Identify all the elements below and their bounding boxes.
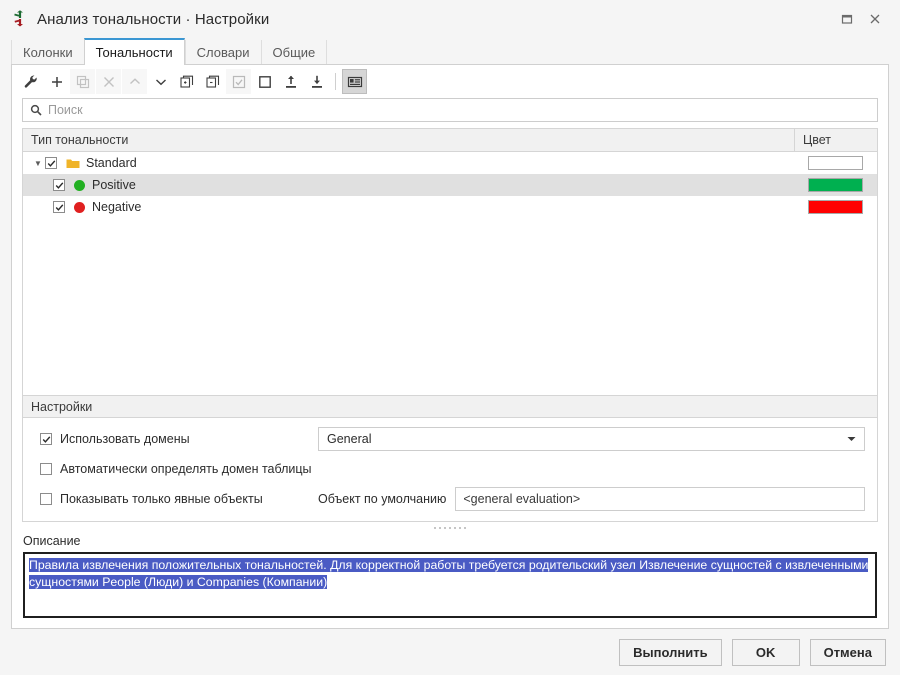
expand-all-icon[interactable] — [174, 69, 199, 94]
default-object-value: <general evaluation> — [463, 492, 581, 506]
domain-dropdown[interactable]: General — [318, 427, 865, 451]
collapse-all-icon[interactable] — [200, 69, 225, 94]
export-icon[interactable] — [304, 69, 329, 94]
description-text: Правила извлечения положительных тональн… — [29, 558, 869, 589]
move-up-icon — [122, 69, 147, 94]
splitter-handle — [434, 527, 466, 529]
delete-icon — [96, 69, 121, 94]
settings-row-explicit: Показывать только явные объекты Объект п… — [23, 487, 877, 511]
settings-group: Настройки Использовать домены General Ав… — [22, 395, 878, 522]
auto-detect-domain-label: Автоматически определять домен таблицы — [60, 462, 312, 476]
toggle-details-icon[interactable] — [342, 69, 367, 94]
folder-icon — [66, 158, 80, 169]
tree-row-standard[interactable]: ▼ Standard — [23, 152, 794, 174]
sentiment-arrows-icon — [10, 9, 30, 29]
color-cell[interactable] — [794, 152, 877, 174]
column-header-color[interactable]: Цвет — [794, 129, 877, 151]
tree-rows: ▼ Standard Positive Negative — [23, 152, 877, 395]
run-button[interactable]: Выполнить — [619, 638, 722, 666]
settings-group-body: Использовать домены General Автоматическ… — [23, 418, 877, 521]
ok-button[interactable]: OK — [731, 638, 800, 666]
dialog-footer: Выполнить OK Отмена — [0, 629, 900, 675]
window-controls — [834, 6, 888, 32]
use-domains-label: Использовать домены — [60, 432, 190, 446]
tab-obshchie[interactable]: Общие — [260, 40, 328, 65]
tab-slovari[interactable]: Словари — [184, 40, 261, 65]
default-object-input[interactable]: <general evaluation> — [455, 487, 865, 511]
color-cell[interactable] — [794, 196, 877, 218]
domain-dropdown-value: General — [327, 432, 372, 446]
color-swatch — [808, 178, 863, 192]
toolbar-separator — [335, 73, 336, 90]
search-input[interactable]: Поиск — [22, 98, 878, 122]
table-row[interactable]: ▼ Standard — [23, 152, 877, 174]
settings-wrench-icon[interactable] — [18, 69, 43, 94]
search-placeholder: Поиск — [48, 103, 83, 117]
color-cell[interactable] — [794, 174, 877, 196]
row-checkbox[interactable] — [53, 201, 65, 213]
move-down-icon[interactable] — [148, 69, 173, 94]
tree-toolbar — [12, 65, 888, 98]
color-swatch — [808, 200, 863, 214]
green-dot-icon — [74, 179, 85, 191]
settings-row-domains: Использовать домены General — [23, 427, 877, 451]
row-checkbox[interactable] — [45, 157, 57, 169]
tab-bar: Колонки Тональности Словари Общие — [0, 38, 900, 65]
use-domains-checkbox[interactable]: Использовать домены — [40, 432, 318, 446]
column-header-type[interactable]: Тип тональности — [23, 133, 794, 147]
cancel-button[interactable]: Отмена — [809, 638, 886, 666]
uncheck-all-icon[interactable] — [252, 69, 277, 94]
row-checkbox[interactable] — [53, 179, 65, 191]
close-button[interactable] — [862, 6, 888, 32]
chevron-down-icon[interactable]: ▼ — [31, 159, 45, 168]
settings-dialog-window: Анализ тональности · Настройки Колонки Т… — [0, 0, 900, 675]
window-title: Анализ тональности · Настройки — [37, 10, 270, 28]
add-icon[interactable] — [44, 69, 69, 94]
import-icon[interactable] — [278, 69, 303, 94]
copy-icon — [70, 69, 95, 94]
check-all-icon — [226, 69, 251, 94]
main-panel: Поиск Тип тональности Цвет ▼ Standard Po… — [11, 65, 889, 629]
auto-detect-domain-checkbox[interactable]: Автоматически определять домен таблицы — [40, 462, 312, 476]
table-row[interactable]: Positive — [23, 174, 877, 196]
search-container: Поиск — [22, 98, 878, 122]
tree-header: Тип тональности Цвет — [23, 129, 877, 152]
tab-tonalnosti[interactable]: Тональности — [83, 38, 185, 65]
description-label: Описание — [23, 534, 81, 548]
settings-group-title: Настройки — [23, 396, 877, 418]
settings-row-autodetect: Автоматически определять домен таблицы — [23, 457, 877, 481]
show-explicit-only-label: Показывать только явные объекты — [60, 492, 263, 506]
panel-splitter[interactable] — [22, 522, 878, 534]
chevron-down-icon — [847, 437, 856, 441]
tab-kolonki[interactable]: Колонки — [11, 40, 84, 65]
description-textarea[interactable]: Правила извлечения положительных тональн… — [23, 552, 877, 618]
default-object-label: Объект по умолчанию — [318, 492, 447, 506]
tree-row-label: Standard — [86, 156, 137, 170]
title-bar: Анализ тональности · Настройки — [0, 0, 900, 38]
tree-row-negative[interactable]: Negative — [23, 196, 794, 218]
checkbox-box[interactable] — [40, 463, 52, 475]
table-row[interactable]: Negative — [23, 196, 877, 218]
color-swatch — [808, 156, 863, 170]
search-icon — [30, 104, 42, 116]
tree-row-positive[interactable]: Positive — [23, 174, 794, 196]
maximize-button[interactable] — [834, 6, 860, 32]
sentiment-tree: Тип тональности Цвет ▼ Standard Positive… — [22, 128, 878, 395]
checkbox-box[interactable] — [40, 433, 52, 445]
checkbox-box[interactable] — [40, 493, 52, 505]
tree-row-label: Negative — [92, 200, 142, 214]
red-dot-icon — [74, 201, 85, 213]
tree-row-label: Positive — [92, 178, 136, 192]
show-explicit-only-checkbox[interactable]: Показывать только явные объекты — [40, 492, 318, 506]
